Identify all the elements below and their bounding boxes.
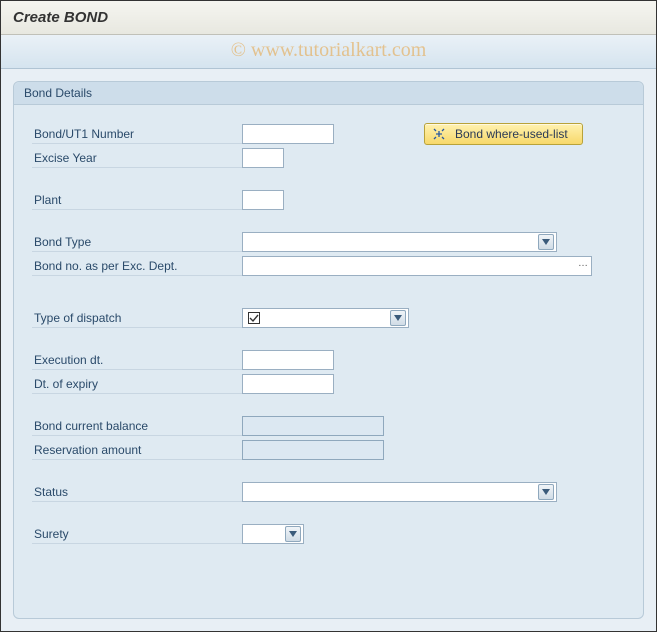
label-dt-of-expiry: Dt. of expiry xyxy=(32,374,242,394)
where-used-label: Bond where-used-list xyxy=(455,127,568,141)
value-help-icon: … xyxy=(578,258,588,269)
chevron-down-icon xyxy=(538,484,554,500)
label-excise-year: Excise Year xyxy=(32,148,242,168)
bond-where-used-list-button[interactable]: Bond where-used-list xyxy=(424,123,583,145)
chevron-down-icon xyxy=(285,526,301,542)
where-used-icon xyxy=(431,126,447,142)
page-title: Create BOND xyxy=(13,9,108,26)
label-bond-current-balance: Bond current balance xyxy=(32,416,242,436)
bond-type-select[interactable] xyxy=(242,232,557,252)
reservation-amount-display xyxy=(242,440,384,460)
form-body: Bond/UT1 Number Bond where-used-list Exc… xyxy=(14,105,643,557)
application-toolbar xyxy=(1,35,656,69)
bond-current-balance-display xyxy=(242,416,384,436)
content-area: Bond Details Bond/UT1 Number Bond where-… xyxy=(1,69,656,631)
label-bond-type: Bond Type xyxy=(32,232,242,252)
checkbox-icon xyxy=(247,311,261,325)
dt-of-expiry-input[interactable] xyxy=(242,374,334,394)
label-bond-no-exc-dept: Bond no. as per Exc. Dept. xyxy=(32,256,242,276)
groupbox-title: Bond Details xyxy=(14,82,643,105)
execution-dt-input[interactable] xyxy=(242,350,334,370)
surety-select[interactable] xyxy=(242,524,304,544)
label-status: Status xyxy=(32,482,242,502)
excise-year-input[interactable] xyxy=(242,148,284,168)
chevron-down-icon xyxy=(538,234,554,250)
window-header: Create BOND xyxy=(1,1,656,35)
plant-input[interactable] xyxy=(242,190,284,210)
bond-ut1-number-input[interactable] xyxy=(242,124,334,144)
label-surety: Surety xyxy=(32,524,242,544)
label-execution-dt: Execution dt. xyxy=(32,350,242,370)
label-bond-ut1-number: Bond/UT1 Number xyxy=(32,124,242,144)
status-select[interactable] xyxy=(242,482,557,502)
bond-details-groupbox: Bond Details Bond/UT1 Number Bond where-… xyxy=(13,81,644,619)
bond-no-exc-dept-input[interactable]: … xyxy=(242,256,592,276)
label-type-of-dispatch: Type of dispatch xyxy=(32,308,242,328)
type-of-dispatch-select[interactable] xyxy=(242,308,409,328)
label-reservation-amount: Reservation amount xyxy=(32,440,242,460)
label-plant: Plant xyxy=(32,190,242,210)
chevron-down-icon xyxy=(390,310,406,326)
